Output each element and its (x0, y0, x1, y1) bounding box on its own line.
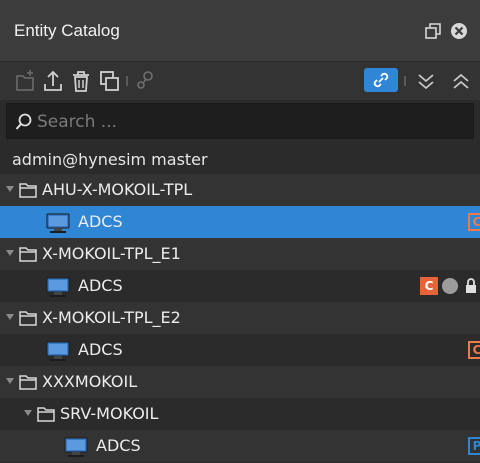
folder-icon (19, 375, 37, 390)
collapse-all-icon[interactable] (415, 68, 437, 94)
panel-header: Entity Catalog (0, 0, 480, 62)
link-toggle-button[interactable] (364, 68, 398, 92)
link-icon (373, 72, 389, 88)
entity-type-badge: P (468, 437, 480, 455)
expand-caret-icon[interactable] (6, 378, 14, 384)
expand-caret-icon[interactable] (6, 314, 14, 320)
tree-folder-row[interactable]: SRV-MOKOIL (0, 398, 480, 430)
delete-icon[interactable] (70, 68, 92, 94)
search-box (6, 103, 474, 139)
toolbar-separator (126, 76, 128, 86)
tree-row-label: X-MOKOIL-TPL_E2 (42, 308, 181, 327)
tree-entity-row[interactable]: ADCS C (0, 334, 480, 366)
tree-row-label: ADCS (78, 212, 123, 231)
tree-folder-row[interactable]: X-MOKOIL-TPL_E2 (0, 302, 480, 334)
folder-icon (37, 407, 55, 422)
upload-icon[interactable] (42, 68, 64, 94)
toolbar (0, 62, 480, 100)
computer-icon (46, 341, 70, 361)
computer-icon (46, 277, 70, 297)
entity-type-badge: C (468, 341, 480, 359)
lock-icon (466, 278, 476, 293)
toolbar-separator (404, 76, 406, 86)
restore-window-icon[interactable] (424, 22, 442, 40)
computer-icon (46, 213, 70, 233)
tree-folder-row[interactable]: XXXMOKOIL (0, 366, 480, 398)
tree-folder-row[interactable]: X-MOKOIL-TPL_E1 (0, 238, 480, 270)
tree-entity-row[interactable]: ADCS C (0, 206, 480, 238)
tree-row-label: AHU-X-MOKOIL-TPL (42, 180, 193, 199)
panel-title: Entity Catalog (14, 21, 120, 40)
expand-caret-icon[interactable] (24, 410, 32, 416)
link-settings-icon[interactable] (134, 68, 156, 94)
search-input[interactable] (37, 110, 457, 134)
computer-icon (64, 437, 88, 457)
tree-row-label: X-MOKOIL-TPL_E1 (42, 244, 181, 263)
tree-folder-row[interactable]: AHU-X-MOKOIL-TPL (0, 174, 480, 206)
new-folder-icon[interactable] (14, 68, 36, 94)
tree-row-label: SRV-MOKOIL (60, 404, 159, 423)
tree-row-label: XXXMOKOIL (42, 372, 138, 391)
entity-type-badge: C (420, 277, 438, 295)
search-icon (15, 113, 32, 130)
tree-row-label: ADCS (78, 276, 123, 295)
tree-entity-row[interactable]: ADCS P (0, 430, 480, 462)
expand-all-icon[interactable] (450, 68, 472, 94)
entity-type-badge: C (468, 213, 480, 231)
tree-row-label: ADCS (96, 436, 141, 455)
folder-icon (19, 247, 37, 262)
expand-caret-icon[interactable] (6, 250, 14, 256)
server-label: admin@hynesim master (12, 150, 208, 169)
close-icon[interactable] (450, 22, 468, 40)
status-dot-icon (442, 278, 458, 294)
folder-icon (19, 183, 37, 198)
expand-caret-icon[interactable] (6, 186, 14, 192)
tree-entity-row[interactable]: ADCS C (0, 270, 480, 302)
duplicate-icon[interactable] (98, 68, 120, 94)
folder-icon (19, 311, 37, 326)
tree-row-label: ADCS (78, 340, 123, 359)
